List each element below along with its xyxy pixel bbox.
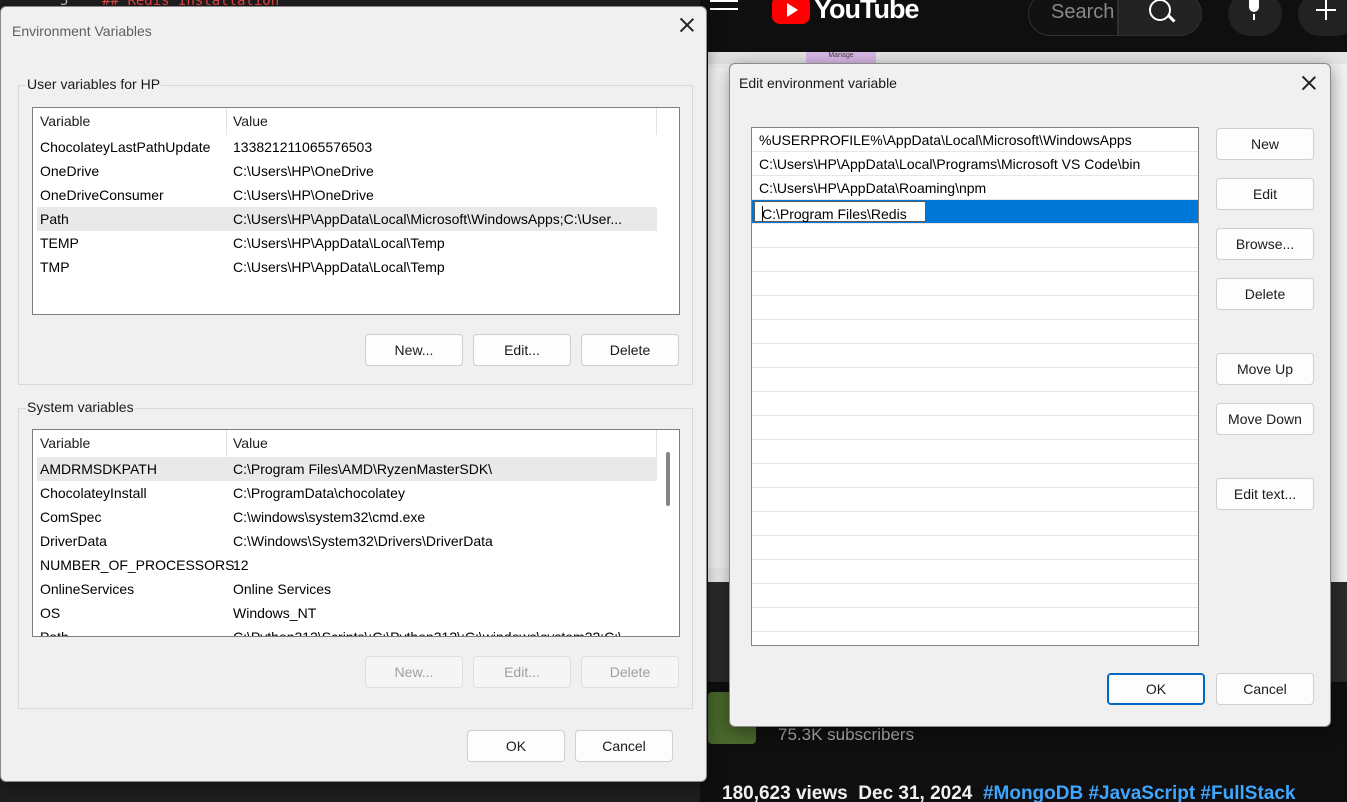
list-item[interactable]: C:\Users\HP\AppData\Roaming\npm <box>752 176 1198 200</box>
list-item-empty[interactable] <box>752 584 1198 608</box>
list-item-empty[interactable] <box>752 368 1198 392</box>
list-item-empty[interactable] <box>752 536 1198 560</box>
cancel-button[interactable]: Cancel <box>575 730 673 762</box>
view-count: 180,623 views <box>722 783 848 802</box>
path-entries-list[interactable]: %USERPROFILE%\AppData\Local\Microsoft\Wi… <box>751 127 1199 646</box>
create-plus-icon[interactable] <box>1298 0 1347 36</box>
video-meta: 180,623 views Dec 31, 2024 #MongoDB #Jav… <box>722 783 1295 802</box>
text-caret <box>762 206 763 221</box>
table-row[interactable]: OneDriveConsumer C:\Users\HP\OneDrive <box>37 183 657 207</box>
table-row[interactable]: ChocolateyInstall C:\ProgramData\chocolat… <box>37 481 657 505</box>
system-edit-button[interactable]: Edit... <box>473 656 571 688</box>
list-item-empty[interactable] <box>752 296 1198 320</box>
edit-environment-variable-dialog: Edit environment variable %USERPROFILE%\… <box>729 63 1331 727</box>
delete-button[interactable]: Delete <box>1216 278 1314 310</box>
microphone-icon[interactable] <box>1228 0 1282 36</box>
list-item-empty[interactable] <box>752 272 1198 296</box>
edit-text-button[interactable]: Edit text... <box>1216 478 1314 510</box>
close-icon[interactable] <box>677 15 697 35</box>
ok-button[interactable]: OK <box>467 730 565 762</box>
browse-button[interactable]: Browse... <box>1216 228 1314 260</box>
list-item-empty[interactable] <box>752 440 1198 464</box>
table-row[interactable]: TEMP C:\Users\HP\AppData\Local\Temp <box>37 231 657 255</box>
edit-button[interactable]: Edit <box>1216 178 1314 210</box>
system-new-button[interactable]: New... <box>365 656 463 688</box>
upload-date: Dec 31, 2024 <box>858 783 973 802</box>
list-item-empty[interactable] <box>752 320 1198 344</box>
close-icon[interactable] <box>1299 73 1319 93</box>
hamburger-menu-icon[interactable] <box>710 0 738 20</box>
ok-button[interactable]: OK <box>1107 673 1205 705</box>
dialog-title: Environment Variables <box>12 23 152 39</box>
user-variables-list[interactable]: Variable Value ChocolateyLastPathUpdate 1… <box>32 107 680 315</box>
table-row[interactable]: OnlineServices Online Services <box>37 577 657 601</box>
table-row[interactable]: TMP C:\Users\HP\AppData\Local\Temp <box>37 255 657 279</box>
column-header-value[interactable]: Value <box>233 113 268 129</box>
user-delete-button[interactable]: Delete <box>581 334 679 366</box>
cancel-button[interactable]: Cancel <box>1216 673 1314 705</box>
table-row[interactable]: Path C:\Python312\Scripts\;C:\Python312\;… <box>37 625 657 636</box>
system-delete-button[interactable]: Delete <box>581 656 679 688</box>
scrollbar-thumb[interactable] <box>666 452 670 506</box>
hashtags[interactable]: #MongoDB #JavaScript #FullStack <box>983 783 1296 802</box>
table-row[interactable]: ChocolateyLastPathUpdate 1338212110655765… <box>37 135 657 159</box>
list-item-empty[interactable] <box>752 512 1198 536</box>
user-new-button[interactable]: New... <box>365 334 463 366</box>
list-item[interactable]: C:\Users\HP\AppData\Local\Programs\Micro… <box>752 152 1198 176</box>
system-variables-list[interactable]: Variable Value AMDRMSDKPATH C:\Program Fi… <box>32 429 680 637</box>
dialog-title: Edit environment variable <box>739 75 897 91</box>
youtube-logo[interactable]: YouTube <box>772 0 919 25</box>
list-item-empty[interactable] <box>752 560 1198 584</box>
explorer-sidebar <box>708 68 730 568</box>
list-item-empty[interactable] <box>752 224 1198 248</box>
column-header-variable[interactable]: Variable <box>40 435 90 451</box>
list-item-empty[interactable] <box>752 488 1198 512</box>
table-row[interactable]: DriverData C:\Windows\System32\Drivers\Dr… <box>37 529 657 553</box>
environment-variables-dialog: Environment Variables User variables for… <box>0 6 707 782</box>
move-down-button[interactable]: Move Down <box>1216 403 1314 435</box>
list-header: Variable Value <box>33 108 679 136</box>
list-item-editing[interactable]: C:\Program Files\Redis <box>752 200 1198 224</box>
system-variables-label: System variables <box>26 399 135 415</box>
path-entry-edit-field[interactable]: C:\Program Files\Redis <box>754 201 926 222</box>
move-up-button[interactable]: Move Up <box>1216 353 1314 385</box>
user-variables-label: User variables for HP <box>26 76 162 92</box>
list-header: Variable Value <box>33 430 679 458</box>
column-header-variable[interactable]: Variable <box>40 113 90 129</box>
user-edit-button[interactable]: Edit... <box>473 334 571 366</box>
list-item-empty[interactable] <box>752 416 1198 440</box>
play-logo-icon <box>772 0 810 24</box>
youtube-logo-text: YouTube <box>814 0 919 24</box>
new-button[interactable]: New <box>1216 128 1314 160</box>
list-item-empty[interactable] <box>752 344 1198 368</box>
table-row[interactable]: OneDrive C:\Users\HP\OneDrive <box>37 159 657 183</box>
table-row[interactable]: ComSpec C:\windows\system32\cmd.exe <box>37 505 657 529</box>
edit-field-text: C:\Program Files\Redis <box>762 206 907 222</box>
youtube-search-input[interactable]: Search <box>1028 0 1118 36</box>
column-header-value[interactable]: Value <box>233 435 268 451</box>
search-icon[interactable] <box>1118 0 1202 36</box>
subscriber-count: 75.3K subscribers <box>778 725 915 744</box>
table-row[interactable]: NUMBER_OF_PROCESSORS 12 <box>37 553 657 577</box>
table-row-selected[interactable]: AMDRMSDKPATH C:\Program Files\AMD\RyzenMa… <box>37 457 657 481</box>
list-item[interactable]: %USERPROFILE%\AppData\Local\Microsoft\Wi… <box>752 128 1198 152</box>
list-item-empty[interactable] <box>752 464 1198 488</box>
list-item-empty[interactable] <box>752 248 1198 272</box>
list-item-empty[interactable] <box>752 392 1198 416</box>
list-item-empty[interactable] <box>752 608 1198 632</box>
table-row-selected[interactable]: Path C:\Users\HP\AppData\Local\Microsoft\… <box>37 207 657 231</box>
table-row[interactable]: OS Windows_NT <box>37 601 657 625</box>
